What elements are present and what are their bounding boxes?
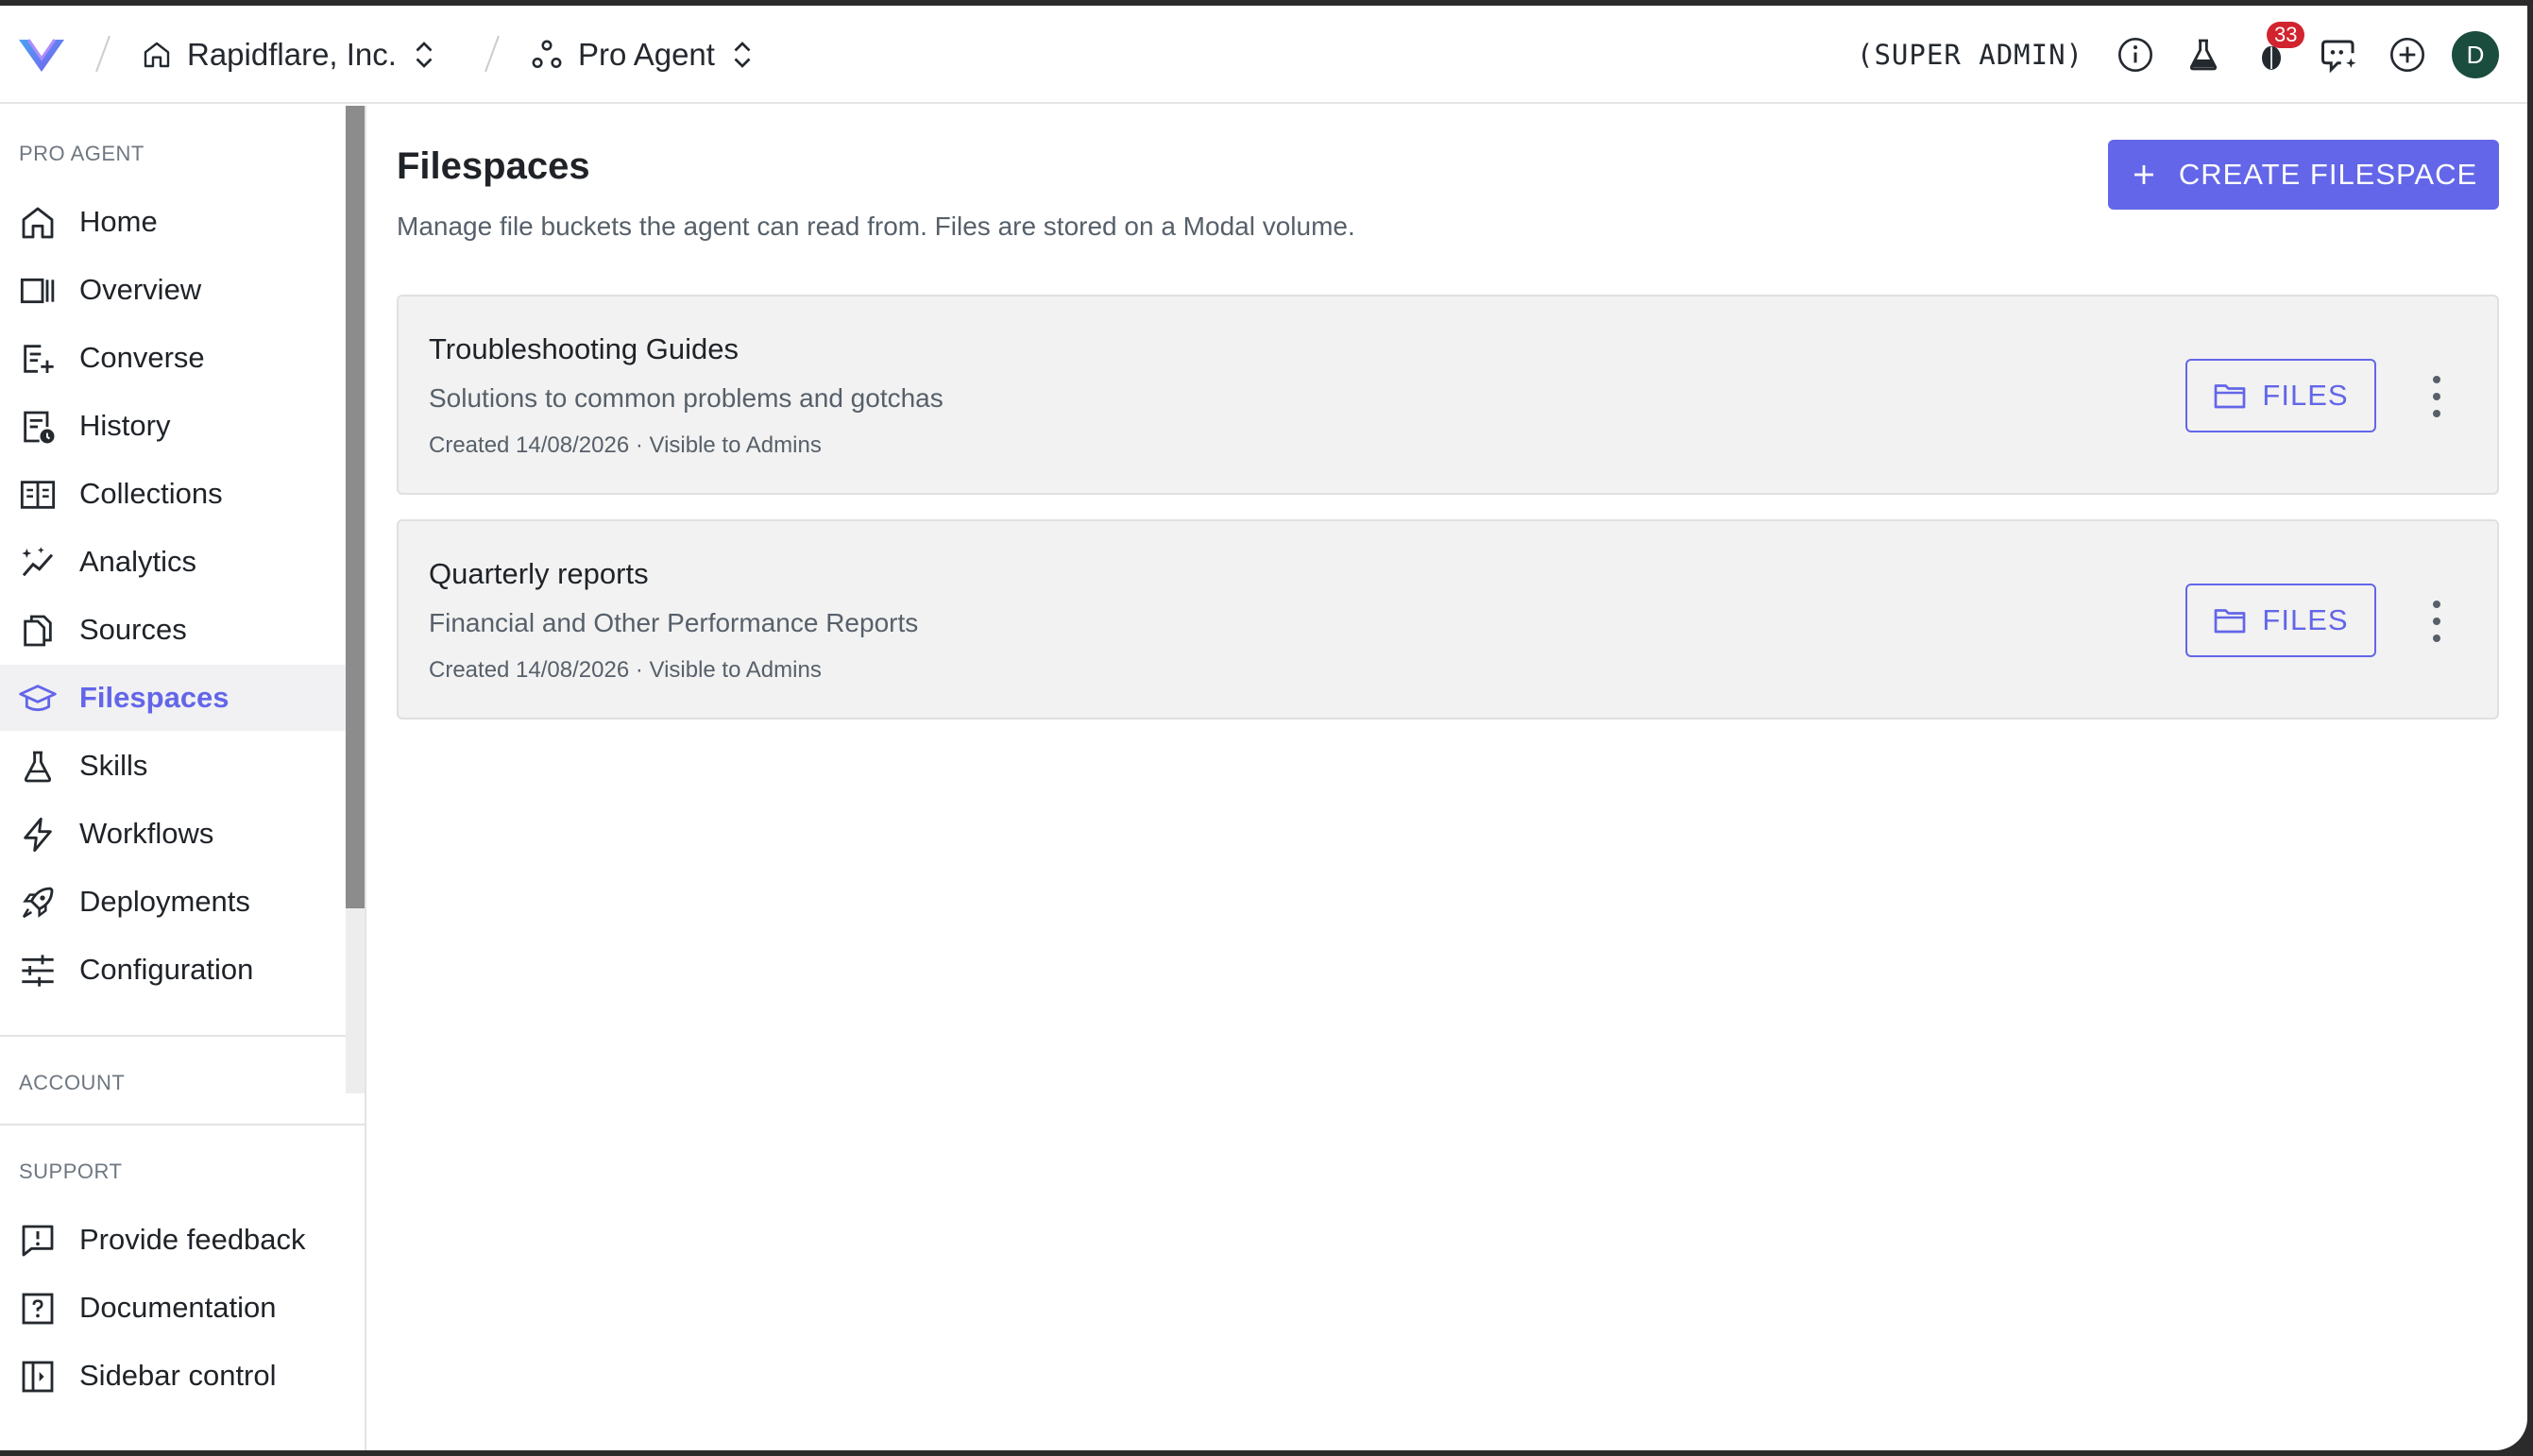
chevron-updown-icon xyxy=(734,42,751,68)
sidebar-item-documentation[interactable]: Documentation xyxy=(0,1275,346,1341)
app-window: Rapidflare, Inc. Pro Agent (SUPER ADMIN) xyxy=(0,6,2527,1450)
filespace-meta: Created 14/08/2026 · Visible to Admins xyxy=(429,432,822,458)
filespace-card: Troubleshooting Guides Solutions to comm… xyxy=(397,295,2499,495)
sidebar-item-label: Sidebar control xyxy=(79,1359,277,1392)
sidebar-item-history[interactable]: History xyxy=(0,393,346,459)
rocket-icon xyxy=(22,887,54,919)
sidebar-item-configuration[interactable]: Configuration xyxy=(0,937,346,1003)
sidebar-item-home[interactable]: Home xyxy=(0,189,346,255)
sidebar-item-label: Configuration xyxy=(79,953,254,986)
lightning-icon xyxy=(24,817,52,853)
sidebar-divider xyxy=(0,1124,365,1126)
section-label-pro-agent: PRO AGENT xyxy=(19,142,144,165)
documents-icon xyxy=(24,615,52,647)
sidebar-divider xyxy=(0,1035,346,1037)
filespace-description: Financial and Other Performance Reports xyxy=(429,608,919,637)
ai-chat-icon[interactable] xyxy=(2316,31,2363,78)
sliders-icon xyxy=(22,955,54,987)
files-button-label: FILES xyxy=(2262,603,2349,636)
files-button[interactable]: FILES xyxy=(2185,359,2376,432)
agent-name: Pro Agent xyxy=(578,37,715,72)
filespace-name: Quarterly reports xyxy=(429,557,649,590)
sidebar-item-label: Skills xyxy=(79,749,148,782)
folder-icon xyxy=(2215,609,2246,634)
breadcrumb-separator xyxy=(95,35,110,73)
flask-icon[interactable] xyxy=(2180,31,2227,78)
help-icon xyxy=(22,1293,54,1325)
agent-switcher[interactable]: Pro Agent xyxy=(531,30,755,79)
plus-icon xyxy=(2134,165,2153,184)
add-circle-icon[interactable] xyxy=(2384,31,2431,78)
sidebar-item-collections[interactable]: Collections xyxy=(0,461,346,527)
org-switcher[interactable]: Rapidflare, Inc. xyxy=(142,30,436,79)
page-title: Filespaces xyxy=(397,145,590,187)
sidebar-scroll-area: PRO AGENT Home Overview Converse History… xyxy=(0,106,346,1093)
files-button[interactable]: FILES xyxy=(2185,584,2376,657)
files-button-label: FILES xyxy=(2262,379,2349,412)
role-label: (SUPER ADMIN) xyxy=(1857,39,2083,71)
sidebar-item-skills[interactable]: Skills xyxy=(0,733,346,799)
sidebar-item-label: Sources xyxy=(79,613,187,646)
breadcrumb-separator xyxy=(484,35,500,73)
agent-nodes-icon xyxy=(532,40,562,69)
brand-logo-icon[interactable] xyxy=(15,32,68,77)
section-label-account: ACCOUNT xyxy=(19,1071,126,1093)
top-right-actions: (SUPER ADMIN) 33 D xyxy=(1857,22,2499,81)
sidebar-item-sources[interactable]: Sources xyxy=(0,597,346,663)
more-options-icon[interactable] xyxy=(2427,376,2446,417)
more-options-icon[interactable] xyxy=(2427,601,2446,642)
sidebar-item-label: Provide feedback xyxy=(79,1223,306,1256)
info-icon[interactable] xyxy=(2112,31,2159,78)
sidebar-item-label: Overview xyxy=(79,273,202,306)
filespace-card: Quarterly reports Financial and Other Pe… xyxy=(397,519,2499,720)
analytics-sparkle-icon xyxy=(22,547,54,577)
main-content: Filespaces Manage file buckets the agent… xyxy=(397,106,2499,1450)
create-filespace-button[interactable]: CREATE FILESPACE xyxy=(2108,140,2499,210)
sidebar-item-deployments[interactable]: Deployments xyxy=(0,869,346,935)
page-subtitle: Manage file buckets the agent can read f… xyxy=(397,212,1355,241)
filespace-meta: Created 14/08/2026 · Visible to Admins xyxy=(429,657,822,683)
feedback-icon xyxy=(22,1225,54,1257)
sidebar-item-filespaces[interactable]: Filespaces xyxy=(0,665,346,731)
sidebar-item-label: Deployments xyxy=(79,885,250,918)
sidebar-item-label: Collections xyxy=(79,477,223,510)
create-filespace-label: CREATE FILESPACE xyxy=(2178,158,2478,191)
filespace-name: Troubleshooting Guides xyxy=(429,332,739,365)
sidebar: PRO AGENT Home Overview Converse History… xyxy=(0,106,366,1450)
home-icon xyxy=(22,207,54,239)
notification-badge: 33 xyxy=(2267,22,2305,48)
chevron-updown-icon xyxy=(416,42,433,68)
sidebar-item-label: Documentation xyxy=(79,1291,277,1324)
sidebar-toggle-icon xyxy=(22,1361,54,1393)
sidebar-item-label: Converse xyxy=(79,341,205,374)
top-bar: Rapidflare, Inc. Pro Agent (SUPER ADMIN) xyxy=(0,6,2527,104)
sidebar-item-analytics[interactable]: Analytics xyxy=(0,529,346,595)
sidebar-item-overview[interactable]: Overview xyxy=(0,257,346,323)
sidebar-item-label: Analytics xyxy=(79,545,197,578)
sidebar-item-sidebar-control[interactable]: Sidebar control xyxy=(0,1343,346,1409)
sidebar-item-workflows[interactable]: Workflows xyxy=(0,801,346,867)
org-name: Rapidflare, Inc. xyxy=(187,37,397,72)
bug-notification-icon[interactable]: 33 xyxy=(2248,22,2305,78)
sidebar-item-label: Filespaces xyxy=(79,681,230,714)
graduation-cap-icon xyxy=(19,685,57,712)
folder-icon xyxy=(2215,384,2246,409)
filespace-description: Solutions to common problems and gotchas xyxy=(429,383,944,413)
sidebar-item-label: History xyxy=(79,409,171,442)
sidebar-item-label: Workflows xyxy=(79,817,214,850)
home-icon xyxy=(144,42,170,68)
sidebar-scrollbar-thumb[interactable] xyxy=(346,106,365,908)
sidebar-item-provide-feedback[interactable]: Provide feedback xyxy=(0,1207,346,1273)
layout-columns-icon xyxy=(20,278,55,304)
history-icon xyxy=(24,411,55,444)
sidebar-item-converse[interactable]: Converse xyxy=(0,325,346,391)
chat-add-icon xyxy=(24,345,54,373)
collections-icon xyxy=(20,481,56,509)
section-label-support: SUPPORT xyxy=(19,1160,123,1183)
flask-icon xyxy=(24,751,52,783)
avatar[interactable]: D xyxy=(2452,31,2499,78)
sidebar-item-label: Home xyxy=(79,205,158,238)
